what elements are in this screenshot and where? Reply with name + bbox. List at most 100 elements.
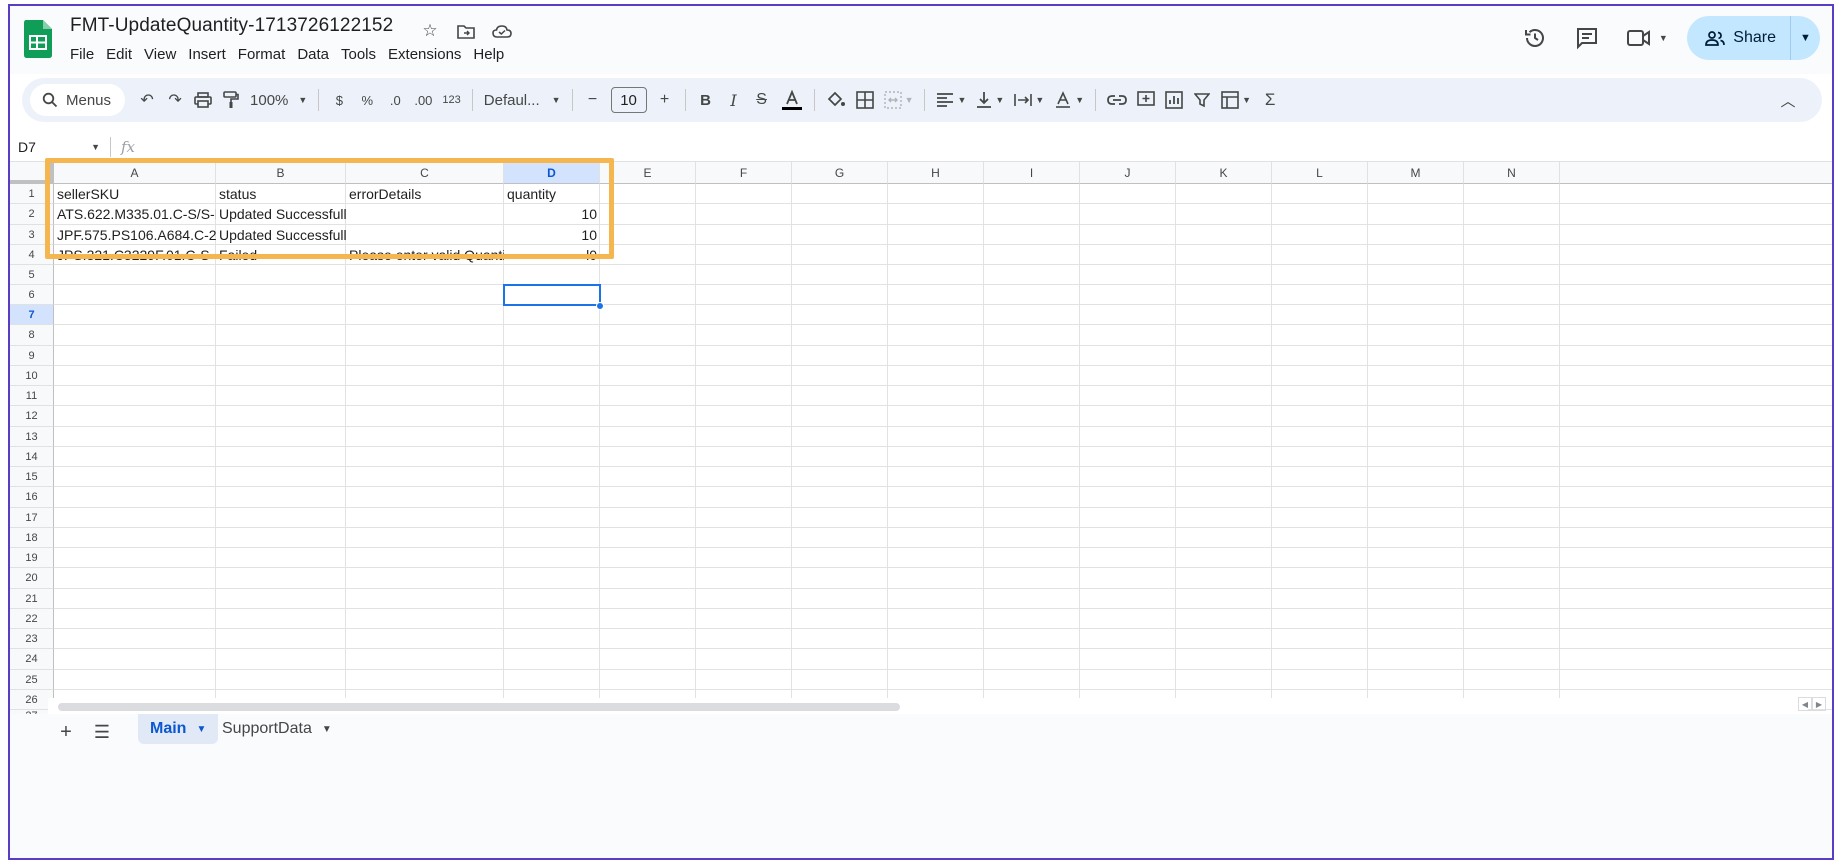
menu-data[interactable]: Data xyxy=(297,46,337,63)
active-cell-d7[interactable] xyxy=(503,284,601,306)
row-gridline xyxy=(54,628,1832,629)
insert-chart-icon[interactable] xyxy=(1160,84,1188,116)
menu-insert[interactable]: Insert xyxy=(188,46,234,63)
italic-button[interactable]: I xyxy=(720,84,748,116)
increase-font-size-icon[interactable]: + xyxy=(651,84,679,116)
column-header-m[interactable]: M xyxy=(1368,162,1464,184)
chevron-down-icon[interactable]: ▼ xyxy=(322,724,332,735)
row-header[interactable]: 14 xyxy=(10,447,54,467)
row-header[interactable]: 12 xyxy=(10,406,54,427)
row-header[interactable]: 5 xyxy=(10,265,54,285)
row-header[interactable]: 15 xyxy=(10,467,54,487)
row-header[interactable]: 13 xyxy=(10,427,54,447)
column-header-k[interactable]: K xyxy=(1176,162,1272,184)
text-color-icon[interactable] xyxy=(776,84,808,116)
column-header-j[interactable]: J xyxy=(1080,162,1176,184)
increase-decimal-button[interactable]: .00 xyxy=(409,84,437,116)
row-header[interactable]: 21 xyxy=(10,589,54,609)
menu-tools[interactable]: Tools xyxy=(341,46,384,63)
row-header[interactable]: 9 xyxy=(10,346,54,366)
font-size-input[interactable]: 10 xyxy=(610,87,647,113)
column-header-i[interactable]: I xyxy=(984,162,1080,184)
vertical-align-icon[interactable]: ▼ xyxy=(971,84,1009,116)
scroll-left-icon[interactable]: ◀ xyxy=(1798,697,1812,711)
row-header[interactable]: 18 xyxy=(10,528,54,548)
row-header[interactable]: 10 xyxy=(10,366,54,386)
meet-camera-icon[interactable]: ▼ xyxy=(1619,18,1675,58)
menu-format[interactable]: Format xyxy=(238,46,294,63)
document-title[interactable]: FMT-UpdateQuantity-1713726122152 xyxy=(70,15,393,37)
row-header[interactable]: 25 xyxy=(10,670,54,690)
share-button[interactable]: Share ▼ xyxy=(1687,16,1820,60)
collapse-toolbar-icon[interactable]: ︿ xyxy=(1772,84,1804,116)
menu-edit[interactable]: Edit xyxy=(106,46,140,63)
strikethrough-icon[interactable]: S xyxy=(748,84,776,116)
menu-file[interactable]: File xyxy=(70,46,102,63)
row-header[interactable]: 16 xyxy=(10,487,54,508)
scroll-right-icon[interactable]: ▶ xyxy=(1812,697,1826,711)
undo-icon[interactable]: ↶ xyxy=(133,84,161,116)
comments-icon[interactable] xyxy=(1567,18,1607,58)
paint-format-icon[interactable] xyxy=(217,84,245,116)
menu-view[interactable]: View xyxy=(144,46,184,63)
row-header[interactable]: 20 xyxy=(10,568,54,589)
text-wrapping-icon[interactable]: ▼ xyxy=(1009,84,1049,116)
column-header-e[interactable]: E xyxy=(600,162,696,184)
column-header-n[interactable]: N xyxy=(1464,162,1560,184)
functions-button[interactable]: Σ xyxy=(1256,84,1284,116)
menu-help[interactable]: Help xyxy=(473,46,512,63)
borders-icon[interactable] xyxy=(851,84,879,116)
decrease-font-size-icon[interactable]: − xyxy=(579,84,607,116)
redo-icon[interactable]: ↷ xyxy=(161,84,189,116)
star-icon[interactable]: ☆ xyxy=(417,18,443,44)
row-header[interactable]: 6 xyxy=(10,285,54,305)
font-select[interactable]: Defaul... ▼ xyxy=(479,84,566,116)
row-gridline xyxy=(54,486,1832,487)
currency-format-button[interactable]: $ xyxy=(325,84,353,116)
chevron-down-icon[interactable]: ▼ xyxy=(196,724,206,735)
decrease-decimal-button[interactable]: .0 xyxy=(381,84,409,116)
filter-views-icon[interactable]: ▼ xyxy=(1216,84,1256,116)
version-history-icon[interactable] xyxy=(1515,18,1555,58)
row-header[interactable]: 11 xyxy=(10,386,54,406)
cloud-saved-icon[interactable] xyxy=(489,18,515,44)
column-header-h[interactable]: H xyxy=(888,162,984,184)
column-header-l[interactable]: L xyxy=(1272,162,1368,184)
row-header[interactable]: 8 xyxy=(10,325,54,346)
percent-format-button[interactable]: % xyxy=(353,84,381,116)
horizontal-scrollbar-thumb[interactable] xyxy=(58,703,900,711)
fill-handle[interactable] xyxy=(596,302,604,310)
text-rotation-icon[interactable]: ▼ xyxy=(1049,84,1089,116)
merge-cells-icon[interactable]: ▼ xyxy=(879,84,919,116)
row-header[interactable]: 19 xyxy=(10,548,54,568)
insert-link-icon[interactable] xyxy=(1102,84,1132,116)
bold-button[interactable]: B xyxy=(692,84,720,116)
row-header[interactable]: 22 xyxy=(10,609,54,629)
share-main-button[interactable]: Share xyxy=(1687,16,1790,60)
sheet-tab-main[interactable]: Main ▼ xyxy=(138,714,219,744)
row-header[interactable]: 23 xyxy=(10,629,54,649)
more-formats-button[interactable]: 123 xyxy=(437,84,465,116)
chevron-down-icon[interactable]: ▼ xyxy=(91,142,100,152)
row-header[interactable]: 17 xyxy=(10,508,54,528)
fill-color-icon[interactable] xyxy=(821,84,851,116)
add-sheet-icon[interactable]: + xyxy=(54,720,78,744)
row-header[interactable]: 7 xyxy=(10,305,54,325)
sheets-logo-icon[interactable] xyxy=(24,20,52,58)
insert-comment-icon[interactable] xyxy=(1132,84,1160,116)
all-sheets-icon[interactable]: ☰ xyxy=(90,720,114,744)
column-header-f[interactable]: F xyxy=(696,162,792,184)
horizontal-scrollbar[interactable] xyxy=(48,698,1808,714)
horizontal-align-icon[interactable]: ▼ xyxy=(931,84,971,116)
sheet-tab-supportdata[interactable]: SupportData ▼ xyxy=(210,714,344,744)
print-icon[interactable] xyxy=(189,84,217,116)
menu-extensions[interactable]: Extensions xyxy=(388,46,469,63)
name-box[interactable]: D7 ▼ xyxy=(10,139,110,155)
filter-icon[interactable] xyxy=(1188,84,1216,116)
column-header-g[interactable]: G xyxy=(792,162,888,184)
move-folder-icon[interactable] xyxy=(453,18,479,44)
search-menus-button[interactable]: Menus xyxy=(30,84,126,116)
zoom-select[interactable]: 100% ▼ xyxy=(245,84,312,116)
share-dropdown-icon[interactable]: ▼ xyxy=(1790,16,1820,60)
row-header[interactable]: 24 xyxy=(10,649,54,670)
